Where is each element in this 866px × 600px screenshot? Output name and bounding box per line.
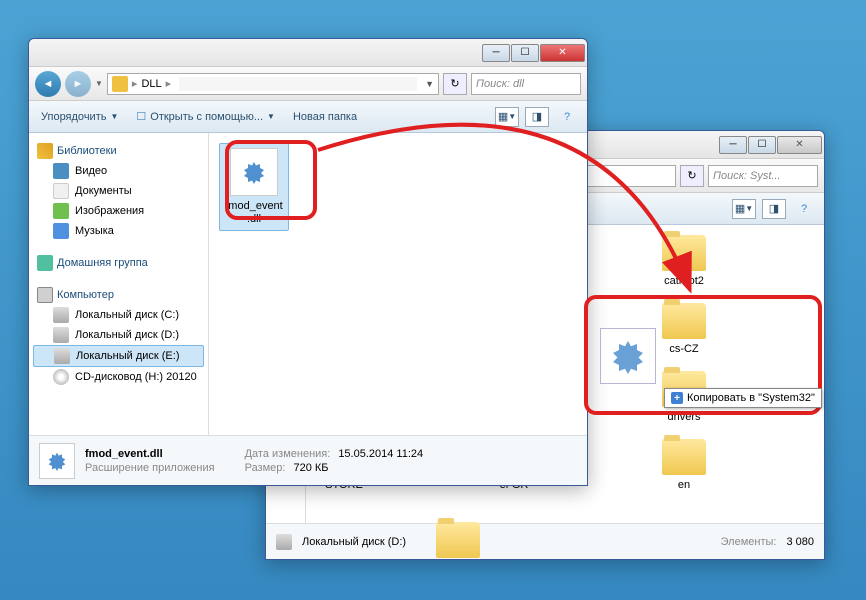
drop-tooltip: + Копировать в "System32" <box>664 388 822 408</box>
file-label: fmod_event.dll <box>224 200 284 226</box>
items-count: 3 080 <box>786 536 814 548</box>
dll-file-icon <box>230 148 278 196</box>
breadcrumb-folder[interactable]: DLL <box>141 78 161 90</box>
close-button[interactable]: ✕ <box>540 44 585 62</box>
images-icon <box>53 203 69 219</box>
disk-icon <box>53 327 69 343</box>
tooltip-text: Копировать в "System32" <box>687 392 815 404</box>
refresh-button[interactable]: ↻ <box>680 165 704 187</box>
preview-pane-button[interactable]: ◨ <box>525 107 549 127</box>
titlebar: ─ ☐ ✕ <box>29 39 587 67</box>
homegroup-icon <box>37 255 53 271</box>
nav-forward-button[interactable]: ► <box>65 71 91 97</box>
folder-icon <box>662 235 706 271</box>
open-with-button[interactable]: ☐ Открыть с помощью...▼ <box>132 108 279 125</box>
minimize-button[interactable]: ─ <box>719 136 747 154</box>
gear-icon <box>610 338 646 374</box>
details-pane: Локальный диск (D:) Элементы: 3 080 <box>266 523 824 559</box>
music-icon <box>53 223 69 239</box>
search-input[interactable]: Поиск: Syst... <box>708 165 818 187</box>
sidebar-homegroup[interactable]: Домашняя группа <box>33 253 204 273</box>
cd-icon <box>53 369 69 385</box>
help-button[interactable]: ? <box>792 199 816 219</box>
folder-icon <box>112 76 128 92</box>
sidebar-item-cd[interactable]: CD-дисковод (H:) 20120 <box>33 367 204 387</box>
preview-pane-button[interactable]: ◨ <box>762 199 786 219</box>
date-label: Дата изменения: <box>245 448 331 460</box>
details-file-icon <box>39 443 75 479</box>
details-pane: fmod_event.dll Расширение приложения Дат… <box>29 435 587 485</box>
disk-icon <box>53 307 69 323</box>
sidebar-item-disk-e[interactable]: Локальный диск (E:) <box>33 345 204 367</box>
open-icon: ☐ <box>136 110 146 123</box>
items-label: Элементы: <box>721 536 777 548</box>
sidebar-libraries[interactable]: Библиотеки <box>33 141 204 161</box>
folder-item[interactable]: en <box>654 439 714 491</box>
maximize-button[interactable]: ☐ <box>511 44 539 62</box>
video-icon <box>53 163 69 179</box>
size-value: 720 КБ <box>293 462 328 474</box>
chevron-right-icon: ▸ <box>166 77 172 90</box>
folder-icon <box>436 522 480 558</box>
folder-item[interactable]: cs-CZ <box>654 303 714 355</box>
gear-icon <box>47 451 67 471</box>
close-button[interactable]: ✕ <box>777 136 822 154</box>
refresh-button[interactable]: ↻ <box>443 73 467 95</box>
folder-item[interactable]: catroot2 <box>654 235 714 287</box>
sidebar-item-music[interactable]: Музыка <box>33 221 204 241</box>
path-redacted <box>179 77 417 91</box>
gear-icon <box>242 160 266 184</box>
sidebar-item-disk-d[interactable]: Локальный диск (D:) <box>33 325 204 345</box>
drag-ghost-icon <box>600 328 656 384</box>
sidebar-item-label: Локальный диск (D:) <box>302 536 406 548</box>
minimize-button[interactable]: ─ <box>482 44 510 62</box>
search-input[interactable]: Поиск: dll <box>471 73 581 95</box>
libraries-icon <box>37 143 53 159</box>
computer-icon <box>37 287 53 303</box>
sidebar-computer[interactable]: Компьютер <box>33 285 204 305</box>
details-filename: fmod_event.dll <box>85 448 163 460</box>
chevron-right-icon: ▸ <box>132 77 138 90</box>
date-value: 15.05.2014 11:24 <box>338 448 423 460</box>
window-dll: ─ ☐ ✕ ◄ ► ▼ ▸ DLL ▸ ▼ ↻ Поиск: dll Упоря… <box>28 38 588 486</box>
folder-icon <box>662 439 706 475</box>
sidebar-item-documents[interactable]: Документы <box>33 181 204 201</box>
disk-icon <box>54 348 70 364</box>
sidebar-item-video[interactable]: Видео <box>33 161 204 181</box>
folder-content[interactable]: fmod_event.dll <box>209 133 587 435</box>
file-item-dll[interactable]: fmod_event.dll <box>219 143 289 231</box>
maximize-button[interactable]: ☐ <box>748 136 776 154</box>
navbar: ◄ ► ▼ ▸ DLL ▸ ▼ ↻ Поиск: dll <box>29 67 587 101</box>
plus-icon: + <box>671 392 683 404</box>
disk-icon <box>276 534 292 550</box>
toolbar: Упорядочить▼ ☐ Открыть с помощью...▼ Нов… <box>29 101 587 133</box>
view-button[interactable]: ▦▼ <box>732 199 756 219</box>
sidebar-item-disk-c[interactable]: Локальный диск (C:) <box>33 305 204 325</box>
organize-button[interactable]: Упорядочить▼ <box>37 109 122 125</box>
help-button[interactable]: ? <box>555 107 579 127</box>
sidebar-item-images[interactable]: Изображения <box>33 201 204 221</box>
sidebar: Библиотеки Видео Документы Изображения М… <box>29 133 209 435</box>
documents-icon <box>53 183 69 199</box>
breadcrumb[interactable]: ▸ DLL ▸ ▼ <box>107 73 439 95</box>
folder-icon <box>662 303 706 339</box>
view-button[interactable]: ▦▼ <box>495 107 519 127</box>
new-folder-button[interactable]: Новая папка <box>289 109 361 125</box>
details-type: Расширение приложения <box>85 462 215 474</box>
size-label: Размер: <box>245 462 286 474</box>
nav-back-button[interactable]: ◄ <box>35 71 61 97</box>
